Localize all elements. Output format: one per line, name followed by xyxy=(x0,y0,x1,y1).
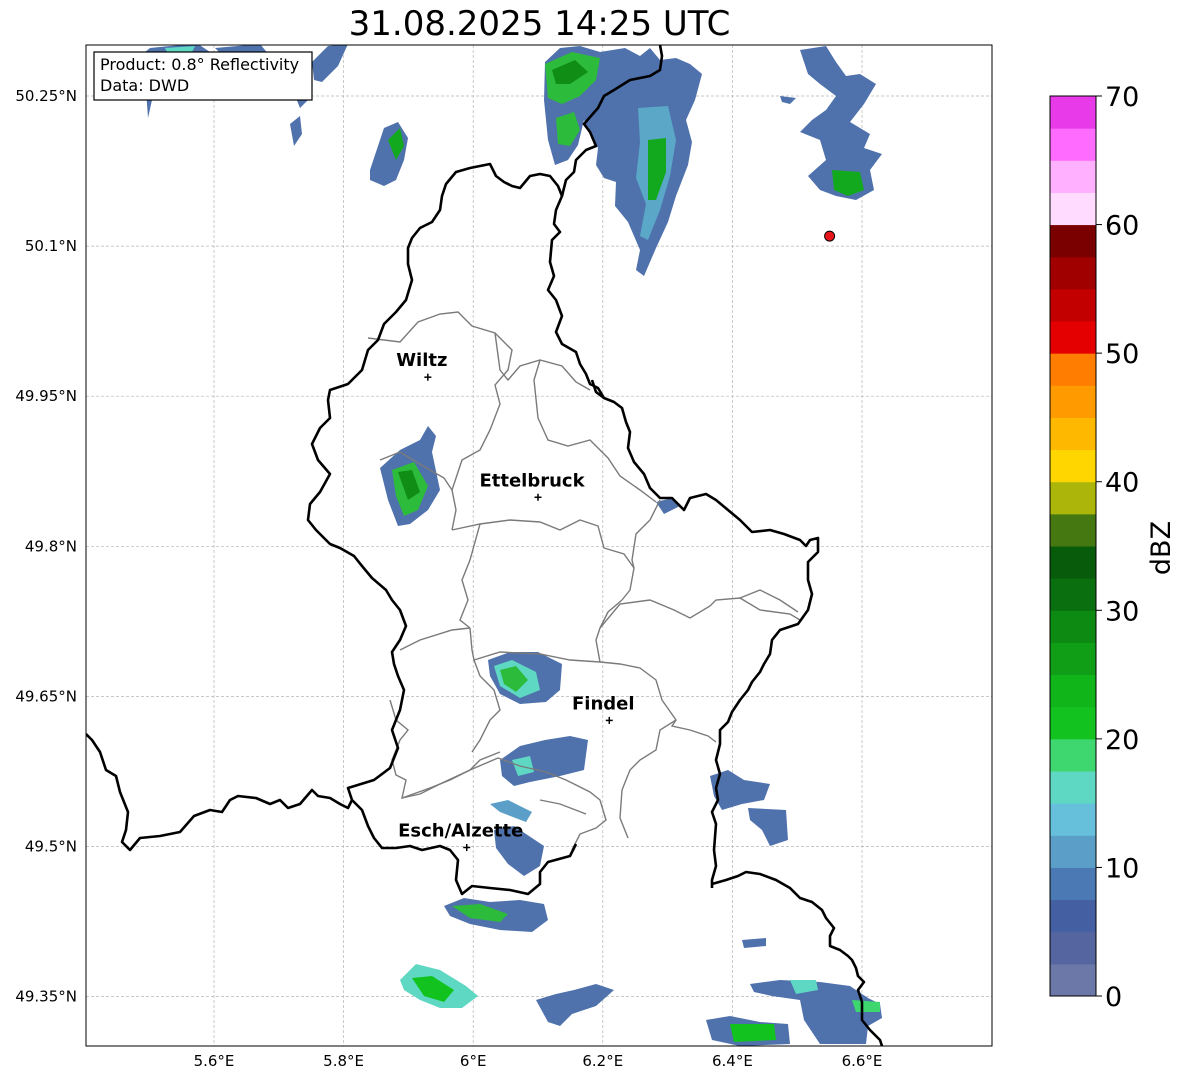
colorbar-swatch xyxy=(1050,256,1096,290)
colorbar-swatch xyxy=(1050,288,1096,322)
colorbar-swatch xyxy=(1050,224,1096,258)
colorbar-label: dBZ xyxy=(1146,521,1177,575)
colorbar-swatch xyxy=(1050,128,1096,161)
colorbar-swatch xyxy=(1050,610,1096,643)
colorbar-swatch xyxy=(1050,867,1096,901)
colorbar-swatch xyxy=(1050,481,1096,515)
colorbar-swatch xyxy=(1050,738,1096,772)
colorbar-tick-label: 20 xyxy=(1105,725,1139,756)
colorbar-swatch xyxy=(1050,513,1096,547)
colorbar-swatch xyxy=(1050,771,1096,804)
colorbar-swatch xyxy=(1050,931,1096,965)
colorbar-tick-label: 50 xyxy=(1105,339,1139,370)
colorbar-swatch xyxy=(1050,449,1096,483)
colorbar-tick-label: 30 xyxy=(1105,596,1139,627)
colorbar-tick-label: 70 xyxy=(1105,82,1139,113)
colorbar-swatch xyxy=(1050,192,1096,226)
colorbar-swatch xyxy=(1050,96,1096,129)
colorbar-swatch xyxy=(1050,353,1096,386)
colorbar-tick-label: 60 xyxy=(1105,211,1139,242)
colorbar-swatch xyxy=(1050,674,1096,708)
colorbar-tick-label: 40 xyxy=(1105,468,1139,499)
colorbar-tick-label: 10 xyxy=(1105,853,1139,884)
colorbar-swatch xyxy=(1050,899,1096,933)
colorbar-swatch xyxy=(1050,160,1096,193)
colorbar-swatch xyxy=(1050,642,1096,676)
colorbar-swatches xyxy=(1050,96,1096,997)
colorbar-swatch xyxy=(1050,706,1096,740)
colorbar-swatch xyxy=(1050,963,1096,997)
colorbar-swatch xyxy=(1050,417,1096,451)
colorbar-tick-label: 0 xyxy=(1105,982,1122,1013)
colorbar-swatch xyxy=(1050,321,1096,354)
colorbar-swatch xyxy=(1050,546,1096,579)
colorbar-swatch xyxy=(1050,385,1096,418)
colorbar-swatch xyxy=(1050,578,1096,611)
colorbar-swatch xyxy=(1050,835,1096,868)
colorbar: 0 10 20 30 40 50 60 70 dBZ xyxy=(1049,82,1177,1013)
colorbar-ticks: 0 10 20 30 40 50 60 70 xyxy=(1096,82,1139,1013)
colorbar-swatch xyxy=(1050,803,1096,836)
